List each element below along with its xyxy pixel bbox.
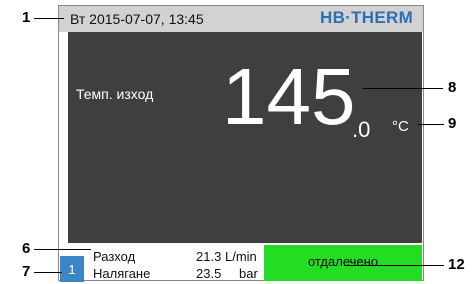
temperature-value: 145: [222, 52, 356, 141]
temperature-unit: °C: [392, 118, 409, 135]
callout-9-line: [418, 124, 444, 125]
callout-7: 7: [22, 263, 31, 280]
callout-12: 12: [448, 256, 465, 273]
unit-number-badge[interactable]: 1: [60, 256, 84, 282]
callout-6-line: [34, 249, 91, 250]
remote-mode-indicator[interactable]: отдалечено: [264, 245, 422, 281]
flow-unit: L/min: [225, 249, 257, 264]
callout-8: 8: [448, 79, 457, 96]
main-panel-margin: [59, 32, 68, 243]
callout-9: 9: [448, 115, 457, 132]
pressure-unit: bar: [239, 266, 258, 281]
temperature-decimal: .0: [352, 117, 371, 142]
hb-therm-logo: HB·THERM: [320, 8, 414, 27]
date-time-display: Вт 2015-07-07, 13:45: [70, 11, 204, 27]
callout-1-line: [34, 18, 64, 19]
flow-label: Разход: [93, 249, 136, 264]
callout-6: 6: [22, 240, 31, 257]
callout-12-line: [344, 265, 444, 266]
pressure-label: Налягане: [93, 266, 151, 281]
callout-1: 1: [22, 9, 31, 26]
callout-8-line: [363, 88, 443, 89]
parameter-label: Темп. изход: [76, 86, 154, 102]
callout-7-line: [34, 272, 62, 273]
pressure-value: 23.5: [196, 266, 222, 281]
flow-value: 21.3: [196, 249, 222, 264]
